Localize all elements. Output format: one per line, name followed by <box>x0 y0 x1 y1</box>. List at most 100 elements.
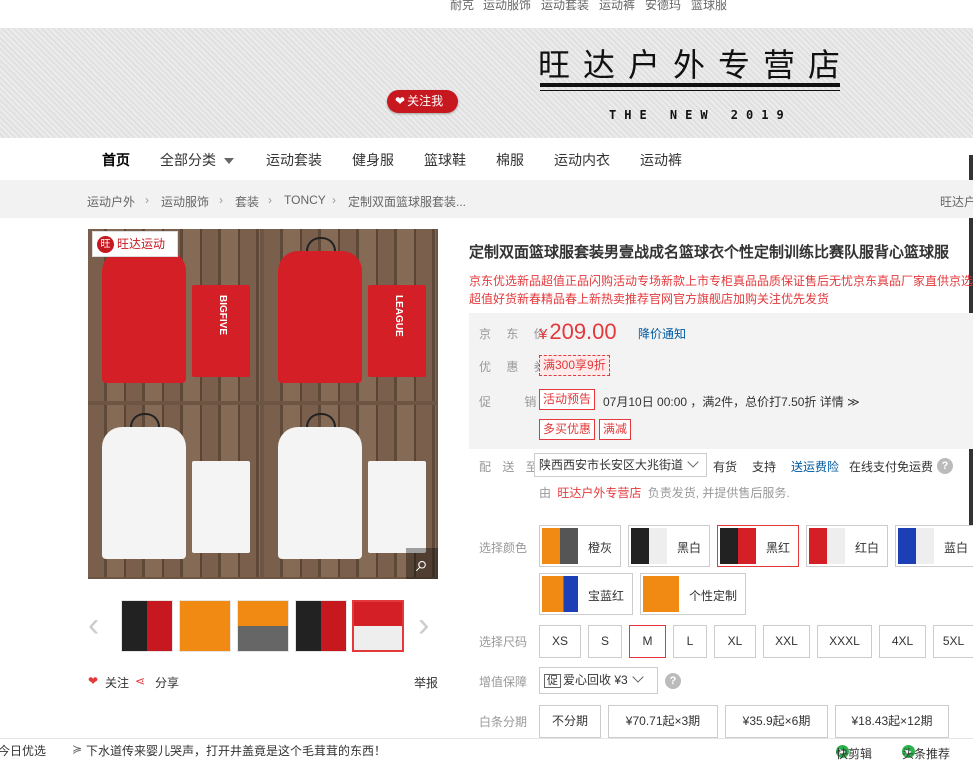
thumbnail-selected[interactable] <box>352 600 404 652</box>
size-option[interactable]: 5XL <box>933 625 973 658</box>
size-option[interactable]: XL <box>714 625 756 658</box>
top-link[interactable]: 安德玛 <box>645 0 681 13</box>
support-text: 支持 <box>752 460 777 474</box>
color-name: 黑白 <box>677 541 702 555</box>
size-option[interactable]: XXXL <box>817 625 872 658</box>
follow-shop-button[interactable]: ❤ 关注我 <box>387 90 458 113</box>
warranty-select[interactable]: 促爱心回收 ¥3 <box>539 667 658 694</box>
color-swatch <box>898 528 934 564</box>
heart-icon[interactable]: ❤ <box>88 674 98 688</box>
thumbnail[interactable] <box>295 600 347 652</box>
chevron-right-icon: › <box>219 193 223 207</box>
brand-badge: 旺旺达运动 <box>92 231 178 257</box>
breadcrumb-item[interactable]: 运动服饰 <box>161 193 209 210</box>
share-icon[interactable]: ⋖ <box>135 674 145 688</box>
chevron-left-icon[interactable]: ‹ <box>88 606 99 644</box>
nav-item-all-categories[interactable]: 全部分类 <box>160 150 234 170</box>
thumbnail[interactable] <box>179 600 231 652</box>
chevron-down-icon <box>632 671 644 683</box>
size-option-selected[interactable]: M <box>629 625 666 658</box>
installment-option[interactable]: 不分期 <box>539 705 601 738</box>
top-link[interactable]: 运动裤 <box>599 0 635 13</box>
promo-text[interactable]: 07月10日 00:00 ，满2件，总价打7.50折 详情 ≫ <box>603 393 860 410</box>
delivery-row: 配 送 至 陕西西安市长安区大兆街道 有货 支持 送运费险 在线支付免运费 ? <box>469 453 973 479</box>
nav-item[interactable]: 运动套装 <box>266 150 322 170</box>
product-title: 定制双面篮球服套装男壹战成名篮球衣个性定制训练比赛队服背心篮球服 <box>469 244 950 261</box>
shorts-print: LEAGUE <box>393 295 404 337</box>
color-swatch <box>542 528 578 564</box>
currency: ¥ <box>539 326 548 343</box>
chevron-right-icon: › <box>332 193 336 207</box>
seller-link[interactable]: 旺达户外专营店 <box>557 486 641 500</box>
size-option[interactable]: XS <box>539 625 581 658</box>
top-link[interactable]: 篮球服 <box>691 0 727 13</box>
top-link[interactable]: 运动套装 <box>541 0 589 13</box>
color-option[interactable]: 橙灰 <box>539 525 621 567</box>
top-link[interactable]: 耐克 <box>450 0 474 13</box>
size-option[interactable]: L <box>673 625 707 658</box>
promo-tag: 活动预告 <box>539 389 596 410</box>
nav-item[interactable]: 篮球鞋 <box>424 150 466 170</box>
share-link[interactable]: 分享 <box>155 674 179 691</box>
follow-product-link[interactable]: 关注 <box>105 674 129 691</box>
nav-item[interactable]: 运动内衣 <box>554 150 610 170</box>
chevron-right-icon[interactable]: › <box>418 606 429 644</box>
nav-item[interactable]: 运动裤 <box>640 150 682 170</box>
red-shorts: LEAGUE <box>368 285 426 377</box>
breadcrumb-item[interactable]: TONCY <box>284 193 326 207</box>
shop-name: 旺达户外专营店 <box>538 46 854 84</box>
breadcrumb-item[interactable]: 套装 <box>235 193 259 210</box>
color-swatch <box>643 576 679 612</box>
color-option-selected[interactable]: 黑红 <box>717 525 799 567</box>
news-ticker[interactable]: 下水道传来婴儿哭声，打开井盖竟是这个毛茸茸的东西！ <box>86 742 386 759</box>
shop-nav: 首页 全部分类 运动套装 健身服 篮球鞋 棉服 运动内衣 运动裤 <box>0 138 973 180</box>
quick-edit-label: 快剪辑 <box>836 747 873 761</box>
installment-option[interactable]: ¥18.43起×12期 <box>835 705 949 738</box>
seller-suffix: 负责发货, 并提供售后服务. <box>647 486 790 500</box>
size-option[interactable]: XXL <box>763 625 810 658</box>
color-option[interactable]: 蓝白 <box>895 525 973 567</box>
chevron-right-icon: › <box>268 193 272 207</box>
image-panel <box>88 405 260 577</box>
warranty-value: 爱心回收 ¥3 <box>563 673 628 687</box>
color-label: 选择颜色 <box>479 541 528 555</box>
color-option[interactable]: 红白 <box>806 525 888 567</box>
color-option[interactable]: 个性定制 <box>640 573 746 615</box>
breadcrumb-shop[interactable]: 旺达户 <box>940 193 973 210</box>
price: ¥209.00 <box>539 319 617 345</box>
coupon-tag[interactable]: 满300享9折 <box>539 355 610 376</box>
thumbnail[interactable] <box>121 600 173 652</box>
report-link[interactable]: 举报 <box>414 674 438 691</box>
delivery-location-select[interactable]: 陕西西安市长安区大兆街道 <box>534 453 707 477</box>
help-icon[interactable]: ? <box>937 458 953 474</box>
installment-option[interactable]: ¥35.9起×6期 <box>725 705 828 738</box>
color-option[interactable]: 黑白 <box>628 525 710 567</box>
breadcrumb-item[interactable]: 运动户外 <box>87 193 135 210</box>
size-option[interactable]: 4XL <box>879 625 926 658</box>
help-icon[interactable]: ? <box>665 673 681 689</box>
color-swatch <box>720 528 756 564</box>
product-main-image[interactable]: BIGFIVE LEAGUE <box>88 229 438 579</box>
price-notice-link[interactable]: 降价通知 <box>638 325 686 342</box>
warranty-label: 增值保障 <box>479 675 528 689</box>
location-text: 陕西西安市长安区大兆街道 <box>539 458 684 472</box>
nav-item-home[interactable]: 首页 <box>102 150 130 170</box>
nav-item[interactable]: 健身服 <box>352 150 394 170</box>
color-name: 个性定制 <box>689 589 738 603</box>
shipping-insurance-link[interactable]: 送运费险 <box>791 458 839 475</box>
color-name: 黑红 <box>766 541 791 555</box>
top-link[interactable]: 运动服饰 <box>483 0 531 13</box>
color-name: 宝蓝红 <box>588 589 625 603</box>
thumbnail[interactable] <box>237 600 289 652</box>
today-picks[interactable]: 今日优选 <box>0 742 46 759</box>
nav-item[interactable]: 棉服 <box>496 150 524 170</box>
image-panel: LEAGUE <box>264 229 436 401</box>
headline-label: 头条推荐 <box>902 747 951 761</box>
color-option[interactable]: 宝蓝红 <box>539 573 633 615</box>
white-shorts <box>192 461 250 553</box>
installment-option[interactable]: ¥70.71起×3期 <box>608 705 718 738</box>
size-label: 选择尺码 <box>479 635 528 649</box>
breadcrumb-item[interactable]: 定制双面篮球服套装... <box>348 193 466 210</box>
size-option[interactable]: S <box>588 625 622 658</box>
magnifier-icon[interactable]: ⌕ <box>406 548 438 579</box>
